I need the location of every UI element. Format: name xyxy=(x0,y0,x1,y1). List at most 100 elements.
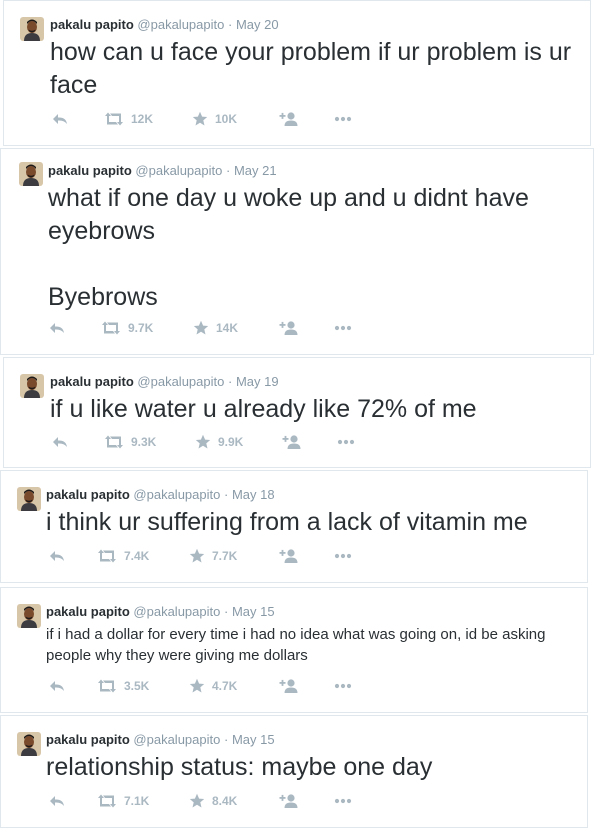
timestamp[interactable]: May 15 xyxy=(232,604,275,619)
username[interactable]: @pakalupapito xyxy=(133,732,220,747)
retweet-icon[interactable] xyxy=(104,435,124,449)
more-button[interactable] xyxy=(334,678,352,694)
favorite-count: 14K xyxy=(216,321,239,335)
retweet-button[interactable]: 9.3K xyxy=(104,434,156,450)
favorite-count: 4.7K xyxy=(212,679,238,693)
reply-icon[interactable] xyxy=(49,794,65,808)
retweet-icon[interactable] xyxy=(97,549,117,563)
retweet-button[interactable]: 9.7K xyxy=(101,320,153,336)
retweet-count: 7.4K xyxy=(124,549,150,563)
avatar[interactable] xyxy=(17,487,41,511)
favorite-icon[interactable] xyxy=(192,111,208,127)
more-icon[interactable] xyxy=(334,116,352,122)
profile-photo xyxy=(20,374,44,398)
follow-icon[interactable] xyxy=(279,548,299,564)
more-icon[interactable] xyxy=(334,683,352,689)
follow-button[interactable] xyxy=(279,320,299,336)
timestamp[interactable]: May 20 xyxy=(236,17,279,32)
retweet-icon[interactable] xyxy=(104,112,124,126)
display-name[interactable]: pakalu papito xyxy=(48,163,132,178)
tweet-card[interactable]: pakalu papito @pakalupapito · May 21 wha… xyxy=(0,148,594,355)
retweet-icon[interactable] xyxy=(97,679,117,693)
more-icon[interactable] xyxy=(334,798,352,804)
reply-icon[interactable] xyxy=(52,112,68,126)
tweet-card[interactable]: pakalu papito @pakalupapito · May 20 how… xyxy=(3,0,591,146)
tweet-card[interactable]: pakalu papito @pakalupapito · May 19 if … xyxy=(3,357,591,468)
more-button[interactable] xyxy=(337,434,355,450)
reply-button[interactable] xyxy=(52,434,68,450)
tweet-card[interactable]: pakalu papito @pakalupapito · May 15 rel… xyxy=(0,715,588,828)
retweet-icon[interactable] xyxy=(101,321,121,335)
tweet-card[interactable]: pakalu papito @pakalupapito · May 18 i t… xyxy=(0,470,588,583)
reply-icon[interactable] xyxy=(49,549,65,563)
favorite-button[interactable]: 7.7K xyxy=(189,548,237,564)
follow-icon[interactable] xyxy=(279,111,299,127)
follow-icon[interactable] xyxy=(282,434,302,450)
display-name[interactable]: pakalu papito xyxy=(50,374,134,389)
username[interactable]: @pakalupapito xyxy=(135,163,222,178)
follow-icon[interactable] xyxy=(279,793,299,809)
more-icon[interactable] xyxy=(334,325,352,331)
display-name[interactable]: pakalu papito xyxy=(46,732,130,747)
avatar[interactable] xyxy=(20,17,44,41)
profile-photo xyxy=(20,17,44,41)
avatar[interactable] xyxy=(17,604,41,628)
timestamp[interactable]: May 19 xyxy=(236,374,279,389)
tweet-actions: 9.7K 14K xyxy=(49,320,369,336)
reply-button[interactable] xyxy=(49,678,65,694)
favorite-button[interactable]: 4.7K xyxy=(189,678,237,694)
follow-button[interactable] xyxy=(279,548,299,564)
display-name[interactable]: pakalu papito xyxy=(50,17,134,32)
favorite-icon[interactable] xyxy=(189,548,205,564)
follow-icon[interactable] xyxy=(279,678,299,694)
separator: · xyxy=(223,604,229,619)
tweet-header: pakalu papito @pakalupapito · May 19 xyxy=(50,374,279,390)
avatar[interactable] xyxy=(17,732,41,756)
reply-button[interactable] xyxy=(49,548,65,564)
more-icon[interactable] xyxy=(337,439,355,445)
follow-button[interactable] xyxy=(279,793,299,809)
avatar[interactable] xyxy=(20,374,44,398)
timestamp[interactable]: May 21 xyxy=(234,163,277,178)
retweet-icon[interactable] xyxy=(97,794,117,808)
more-button[interactable] xyxy=(334,320,352,336)
favorite-button[interactable]: 14K xyxy=(193,320,238,336)
more-button[interactable] xyxy=(334,111,352,127)
reply-button[interactable] xyxy=(49,793,65,809)
reply-icon[interactable] xyxy=(49,679,65,693)
more-icon[interactable] xyxy=(334,553,352,559)
username[interactable]: @pakalupapito xyxy=(133,487,220,502)
timestamp[interactable]: May 18 xyxy=(232,487,275,502)
follow-icon[interactable] xyxy=(279,320,299,336)
follow-button[interactable] xyxy=(279,678,299,694)
separator: · xyxy=(227,374,233,389)
retweet-button[interactable]: 12K xyxy=(104,111,153,127)
follow-button[interactable] xyxy=(279,111,299,127)
tweet-card[interactable]: pakalu papito @pakalupapito · May 15 if … xyxy=(0,587,588,713)
reply-button[interactable] xyxy=(49,320,65,336)
favorite-button[interactable]: 10K xyxy=(192,111,237,127)
follow-button[interactable] xyxy=(282,434,302,450)
favorite-icon[interactable] xyxy=(195,434,211,450)
retweet-button[interactable]: 7.4K xyxy=(97,548,149,564)
display-name[interactable]: pakalu papito xyxy=(46,487,130,502)
favorite-icon[interactable] xyxy=(193,320,209,336)
username[interactable]: @pakalupapito xyxy=(133,604,220,619)
avatar[interactable] xyxy=(19,162,43,186)
retweet-button[interactable]: 7.1K xyxy=(97,793,149,809)
favorite-icon[interactable] xyxy=(189,793,205,809)
favorite-button[interactable]: 9.9K xyxy=(195,434,243,450)
tweet-actions: 12K 10K xyxy=(52,111,372,127)
favorite-button[interactable]: 8.4K xyxy=(189,793,237,809)
favorite-icon[interactable] xyxy=(189,678,205,694)
more-button[interactable] xyxy=(334,548,352,564)
reply-icon[interactable] xyxy=(52,435,68,449)
timestamp[interactable]: May 15 xyxy=(232,732,275,747)
display-name[interactable]: pakalu papito xyxy=(46,604,130,619)
username[interactable]: @pakalupapito xyxy=(137,374,224,389)
reply-icon[interactable] xyxy=(49,321,65,335)
more-button[interactable] xyxy=(334,793,352,809)
reply-button[interactable] xyxy=(52,111,68,127)
username[interactable]: @pakalupapito xyxy=(137,17,224,32)
retweet-button[interactable]: 3.5K xyxy=(97,678,149,694)
